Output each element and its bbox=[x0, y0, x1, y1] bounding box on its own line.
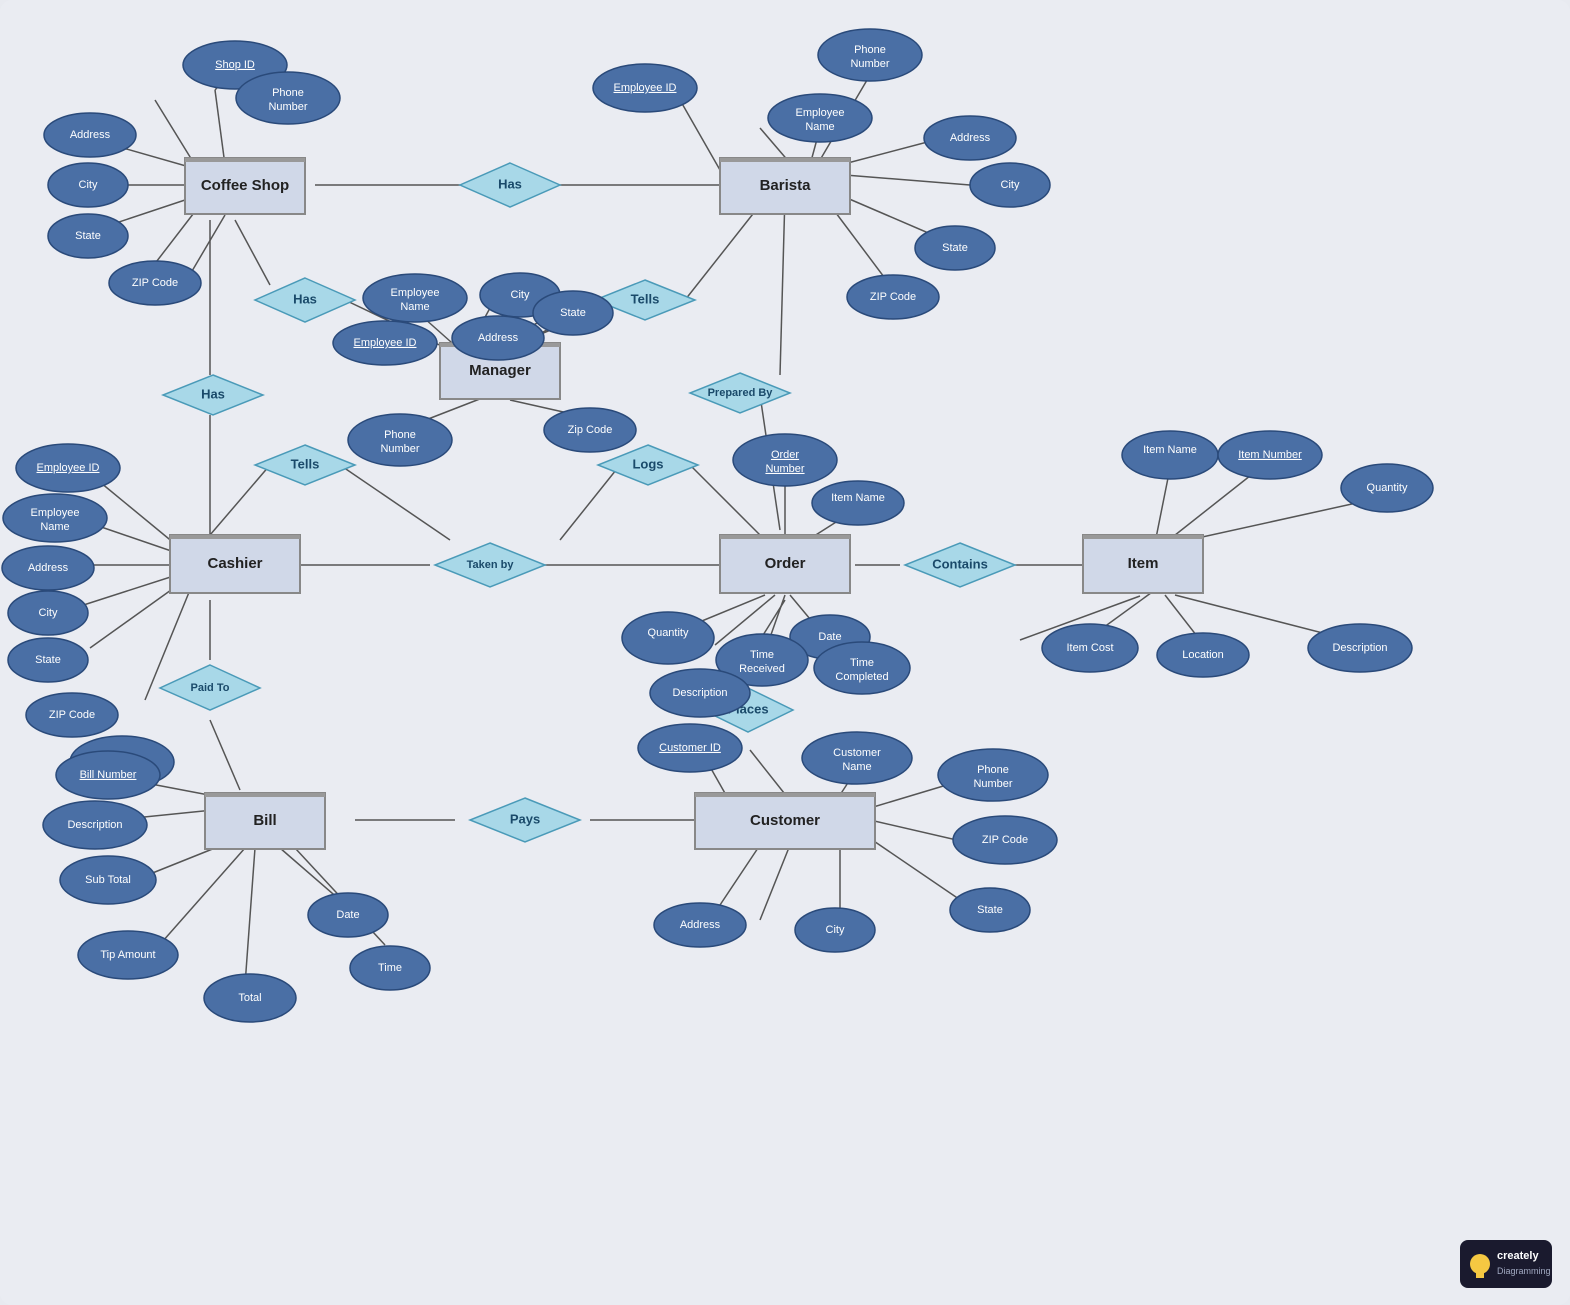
qty-order-label1: Quantity bbox=[648, 627, 689, 639]
item-number-label: Item Number bbox=[1238, 449, 1302, 461]
entity-border-top bbox=[1083, 535, 1203, 539]
city-mgr-label: City bbox=[511, 289, 530, 301]
has1-label: Has bbox=[498, 176, 522, 191]
customer-name-label1: Customer bbox=[833, 747, 881, 759]
has3-label: Has bbox=[201, 386, 225, 401]
bulb-base bbox=[1476, 1273, 1484, 1278]
zip-mgr-label: Zip Code bbox=[568, 424, 613, 436]
address-cs-label: Address bbox=[70, 129, 111, 141]
entity-border-top bbox=[720, 535, 850, 539]
phone-barista-label-line2: Number bbox=[850, 58, 889, 70]
state-cashier-label: State bbox=[35, 654, 61, 666]
pays-label: Pays bbox=[510, 811, 540, 826]
phone-customer-label1: Phone bbox=[977, 764, 1009, 776]
entity-border-top bbox=[720, 158, 850, 162]
city-customer-label: City bbox=[826, 924, 845, 936]
coffee-shop-label: Coffee Shop bbox=[201, 177, 289, 194]
phone-mgr-label1: Phone bbox=[384, 429, 416, 441]
logs-label: Logs bbox=[632, 456, 663, 471]
date-order-label: Date bbox=[818, 631, 841, 643]
customer-label: Customer bbox=[750, 812, 820, 829]
empname-barista-label1: Employee bbox=[796, 107, 845, 119]
time-completed-label2: Completed bbox=[835, 671, 888, 683]
item-cost-label: Item Cost bbox=[1066, 642, 1113, 654]
entity-border-top bbox=[205, 793, 325, 797]
bill-number-label: Bill Number bbox=[80, 769, 137, 781]
taken-by-label: Taken by bbox=[467, 559, 515, 571]
item-label: Item bbox=[1128, 555, 1159, 572]
state-barista-label: State bbox=[942, 242, 968, 254]
state-cs-label: State bbox=[75, 230, 101, 242]
empid-cashier-label: Employee ID bbox=[37, 462, 100, 474]
zip-cs-label: ZIP Code bbox=[132, 277, 178, 289]
empid-barista-label: Employee ID bbox=[614, 82, 677, 94]
order-number-label1: Order bbox=[771, 449, 799, 461]
empname-cashier-label2: Name bbox=[40, 521, 69, 533]
entity-border-top bbox=[185, 158, 305, 162]
shop-id-label: Shop ID bbox=[215, 59, 255, 71]
empname-mgr-label1: Employee bbox=[391, 287, 440, 299]
address-mgr-label: Address bbox=[478, 332, 519, 344]
state-mgr-label: State bbox=[560, 307, 586, 319]
state-customer-label: State bbox=[977, 904, 1003, 916]
svg-text:Number: Number bbox=[268, 101, 307, 113]
diagramming-label: Diagramming bbox=[1497, 1266, 1551, 1276]
entity-border-top bbox=[170, 535, 300, 539]
city-barista-label: City bbox=[1001, 179, 1020, 191]
order-number-label2: Number bbox=[765, 463, 804, 475]
order-label: Order bbox=[765, 555, 806, 572]
location-item-label: Location bbox=[1182, 649, 1224, 661]
desc-item-label: Description bbox=[1332, 642, 1387, 654]
empname-mgr-label2: Name bbox=[400, 301, 429, 313]
address-barista-label: Address bbox=[950, 132, 991, 144]
address-customer-label: Address bbox=[680, 919, 721, 931]
desc-order-label: Description bbox=[672, 687, 727, 699]
phone-barista-label-line1: Phone bbox=[854, 44, 886, 56]
city-cashier-label: City bbox=[39, 607, 58, 619]
bulb-icon bbox=[1470, 1254, 1490, 1274]
phone-customer-label2: Number bbox=[973, 778, 1012, 790]
time-bill-label: Time bbox=[378, 962, 402, 974]
zip-barista-label: ZIP Code bbox=[870, 291, 916, 303]
paid-to-label: Paid To bbox=[191, 682, 230, 694]
empname-cashier-label1: Employee bbox=[31, 507, 80, 519]
time-received-label2: Received bbox=[739, 663, 785, 675]
prepared-by-label: Prepared By bbox=[708, 387, 774, 399]
has2-label: Has bbox=[293, 291, 317, 306]
barista-label: Barista bbox=[760, 177, 812, 194]
creately-label: creately bbox=[1497, 1250, 1539, 1262]
empname-barista-label2: Name bbox=[805, 121, 834, 133]
bill-label: Bill bbox=[253, 812, 276, 829]
manager-label: Manager bbox=[469, 362, 531, 379]
zip-customer-label: ZIP Code bbox=[982, 834, 1028, 846]
qty-item-label: Quantity bbox=[1367, 482, 1408, 494]
customer-name-label2: Name bbox=[842, 761, 871, 773]
contains-label: Contains bbox=[932, 556, 988, 571]
date-bill-label: Date bbox=[336, 909, 359, 921]
empid-mgr-label: Employee ID bbox=[354, 337, 417, 349]
itemname-order-label1: Item Name bbox=[831, 492, 885, 504]
itemname-item-label1: Item Name bbox=[1143, 444, 1197, 456]
city-cs-label: City bbox=[79, 179, 98, 191]
phone-cs-label: Phone bbox=[272, 87, 304, 99]
address-cashier-label: Address bbox=[28, 562, 69, 574]
subtotal-bill-label: Sub Total bbox=[85, 874, 131, 886]
customer-id-label: Customer ID bbox=[659, 742, 721, 754]
zip-cashier-label: ZIP Code bbox=[49, 709, 95, 721]
total-bill-label: Total bbox=[238, 992, 261, 1004]
entity-border-top bbox=[695, 793, 875, 797]
desc-bill-label: Description bbox=[67, 819, 122, 831]
time-completed-label1: Time bbox=[850, 657, 874, 669]
er-diagram: Coffee Shop Barista Manager Cashier Orde… bbox=[0, 0, 1570, 1305]
tells1-label: Tells bbox=[631, 291, 660, 306]
tip-amount-label: Tip Amount bbox=[100, 949, 155, 961]
cashier-label: Cashier bbox=[207, 555, 262, 572]
tells2-label: Tells bbox=[291, 456, 320, 471]
phone-mgr-label2: Number bbox=[380, 443, 419, 455]
time-received-label1: Time bbox=[750, 649, 774, 661]
